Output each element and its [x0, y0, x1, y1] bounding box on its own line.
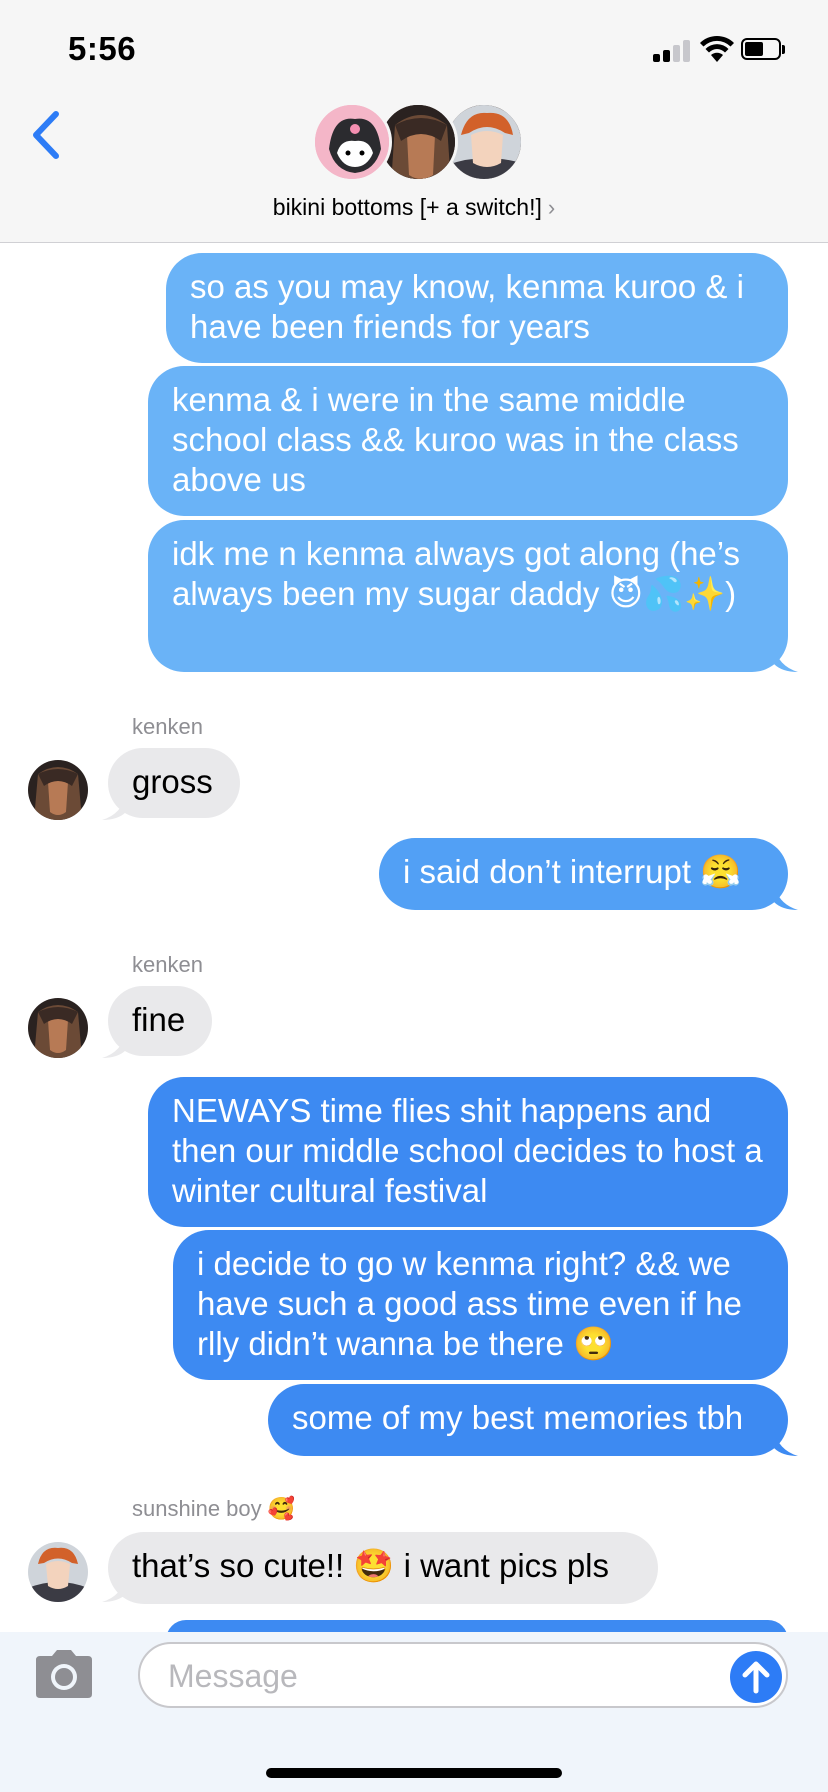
message-text: i said don’t interrupt 😤 [403, 853, 742, 890]
arrow-up-icon [742, 1661, 770, 1694]
message-bubble-incoming[interactable]: fine [108, 986, 212, 1056]
group-name[interactable]: bikini bottoms [+ a switch!] › [0, 194, 828, 221]
message-bubble-incoming[interactable]: gross [108, 748, 240, 818]
chevron-right-icon: › [547, 195, 556, 220]
avatar-kenma[interactable] [28, 760, 88, 820]
message-bubble-incoming[interactable]: that’s so cute!! 🤩 i want pics pls [108, 1532, 658, 1604]
message-text: i decide to go w kenma right? && we have… [197, 1245, 742, 1362]
avatar-kenma[interactable] [28, 998, 88, 1058]
bubble-tail [774, 1430, 798, 1456]
message-bubble-outgoing[interactable]: kenma & i were in the same middle school… [148, 366, 788, 516]
message-text: idk me n kenma always got along (he’s al… [172, 535, 741, 612]
back-chevron-icon[interactable] [28, 108, 64, 162]
wifi-icon [700, 35, 734, 62]
status-time: 5:56 [68, 30, 137, 67]
message-bubble-outgoing[interactable]: i said don’t interrupt 😤 [379, 838, 788, 910]
bubble-tail [774, 646, 798, 672]
home-indicator[interactable] [266, 1768, 562, 1778]
message-input[interactable] [166, 1652, 690, 1700]
sender-name: sunshine boy 🥰 [132, 1496, 296, 1521]
message-text: kenma & i were in the same middle school… [172, 381, 739, 498]
message-bubble-outgoing[interactable]: i decide to go w kenma right? && we have… [173, 1230, 788, 1380]
message-text: NEWAYS time flies shit happens and then … [172, 1092, 763, 1209]
group-avatars[interactable] [312, 102, 524, 186]
message-text: so as you may know, kenma kuroo & i have… [190, 268, 744, 345]
group-name-label: bikini bottoms [+ a switch!] [272, 194, 542, 220]
message-text: gross [132, 763, 213, 800]
message-text: fine [132, 1001, 186, 1038]
sender-name: kenken [132, 714, 203, 739]
battery-icon [741, 38, 787, 62]
avatar-hinata[interactable] [28, 1542, 88, 1602]
status-bar: 5:56 [0, 0, 828, 90]
message-text: some of my best memories tbh [292, 1399, 744, 1436]
avatar-kuromi [312, 102, 392, 182]
bubble-tail [774, 884, 798, 910]
message-text: that’s so cute!! 🤩 i want pics pls [132, 1547, 610, 1584]
sender-name: kenken [132, 952, 203, 977]
message-bubble-outgoing[interactable]: idk me n kenma always got along (he’s al… [148, 520, 788, 672]
send-button[interactable] [730, 1651, 782, 1703]
conversation-header: bikini bottoms [+ a switch!] › [0, 90, 828, 243]
signal-icon [653, 38, 693, 62]
message-bubble-outgoing[interactable]: so as you may know, kenma kuroo & i have… [166, 253, 788, 363]
message-bubble-outgoing[interactable]: some of my best memories tbh [268, 1384, 788, 1456]
camera-icon[interactable] [32, 1650, 96, 1698]
message-bubble-outgoing[interactable]: NEWAYS time flies shit happens and then … [148, 1077, 788, 1227]
message-input-field[interactable] [138, 1642, 788, 1708]
